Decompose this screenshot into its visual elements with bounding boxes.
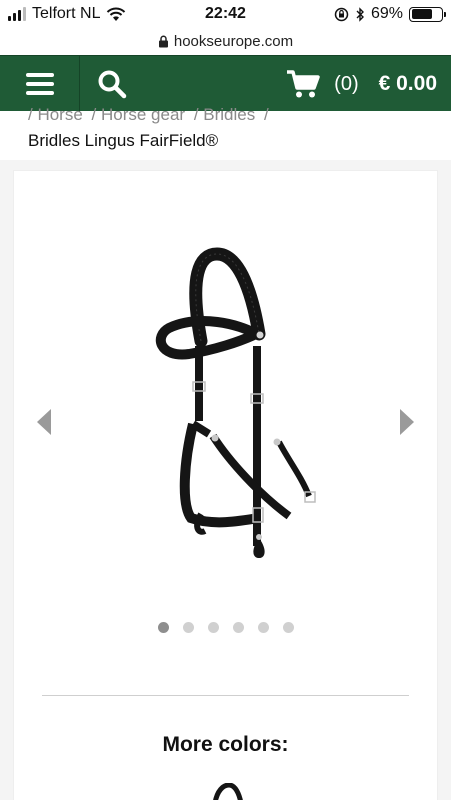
- battery-percent: 69%: [370, 5, 403, 22]
- gallery-dot-6[interactable]: [282, 622, 294, 633]
- gallery-dot-1[interactable]: [157, 622, 169, 633]
- breadcrumb-separator: /: [263, 105, 269, 124]
- gallery-dot-5[interactable]: [257, 622, 269, 633]
- product-gallery-card: More colors:: [14, 171, 437, 800]
- gallery-prev-button[interactable]: [32, 404, 56, 440]
- chevron-left-icon: [37, 409, 51, 435]
- search-icon: [98, 70, 127, 99]
- search-button[interactable]: [82, 56, 142, 112]
- status-right: 69%: [334, 5, 446, 23]
- breadcrumb-item-horse[interactable]: / Horse: [28, 105, 83, 124]
- breadcrumb: / Horse / Horse gear / Bridles /: [28, 105, 273, 125]
- url-text: hookseurope.com: [173, 32, 294, 50]
- breadcrumb-item-bridles[interactable]: / Bridles: [194, 105, 255, 124]
- ios-status-bar: Telfort NL 22:42 69%: [0, 0, 451, 28]
- section-divider: [42, 695, 409, 696]
- breadcrumb-item-horse-gear[interactable]: / Horse gear: [92, 105, 186, 124]
- page-title: Bridles Lingus FairField®: [28, 131, 219, 150]
- rotation-lock-icon: [334, 7, 349, 21]
- gallery-next-button[interactable]: [395, 404, 419, 440]
- battery-icon: [409, 6, 446, 22]
- battery-level: [411, 9, 432, 19]
- gallery-dot-4[interactable]: [232, 622, 244, 633]
- lock-icon: [158, 35, 168, 47]
- gallery-dot-2[interactable]: [182, 622, 194, 633]
- cart-count: (0): [334, 72, 359, 95]
- bluetooth-icon: [356, 6, 364, 22]
- gallery-pagination: [14, 622, 437, 633]
- more-colors-heading: More colors:: [162, 733, 289, 756]
- site-header: (0) € 0.00: [0, 55, 451, 112]
- cart-link[interactable]: (0) € 0.00: [286, 56, 437, 112]
- menu-button[interactable]: [0, 56, 80, 112]
- shopping-cart-icon: [287, 70, 320, 98]
- chevron-right-icon: [400, 409, 414, 435]
- cart-total: € 0.00: [378, 72, 437, 95]
- color-variant-thumbnail[interactable]: [209, 783, 249, 800]
- gallery-dot-3[interactable]: [207, 622, 219, 633]
- bridle-product-image[interactable]: [129, 246, 329, 566]
- browser-address-bar[interactable]: hookseurope.com: [0, 28, 451, 54]
- hamburger-menu-icon: [25, 73, 54, 95]
